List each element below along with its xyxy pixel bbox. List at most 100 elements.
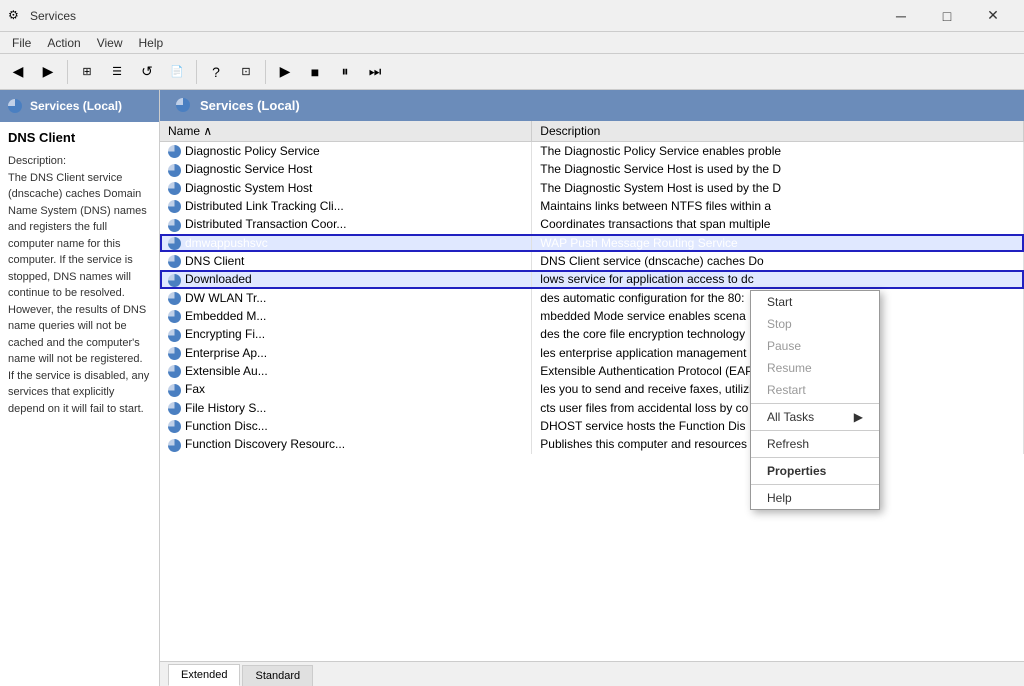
tab-standard[interactable]: Standard — [242, 665, 313, 686]
restart-service-button[interactable]: ⏭ — [361, 58, 389, 86]
services-list[interactable]: Name ∧ Description Diagnostic Policy Ser… — [160, 121, 1024, 661]
app-icon: ⚙ — [8, 8, 24, 24]
service-description-label: Description: The DNS Client service (dns… — [8, 153, 151, 417]
list-view-button[interactable]: ☰ — [103, 58, 131, 86]
table-row[interactable]: dmwappushsvcWAP Push Message Routing Ser… — [160, 234, 1024, 252]
menu-help[interactable]: Help — [131, 34, 172, 52]
context-menu-divider — [751, 484, 879, 485]
toolbar-separator-2 — [196, 60, 197, 84]
table-row[interactable]: Function Disc...DHOST service hosts the … — [160, 417, 1024, 435]
service-desc-cell: The Diagnostic Policy Service enables pr… — [532, 141, 1024, 160]
service-row-icon — [168, 164, 181, 177]
context-menu-item-resume: Resume — [751, 357, 879, 379]
minimize-button[interactable]: ─ — [878, 0, 924, 32]
services-header: Services (Local) — [160, 90, 1024, 121]
context-menu-divider — [751, 430, 879, 431]
service-row-icon — [168, 237, 181, 250]
sidebar-body: DNS Client Description: The DNS Client s… — [0, 122, 159, 686]
service-row-icon — [168, 365, 181, 378]
export-button[interactable]: 📄 — [163, 58, 191, 86]
context-menu-item-pause: Pause — [751, 335, 879, 357]
context-menu-item-properties[interactable]: Properties — [751, 460, 879, 482]
service-row-icon — [168, 200, 181, 213]
service-desc-cell: The Diagnostic System Host is used by th… — [532, 179, 1024, 197]
service-name-cell: Diagnostic Service Host — [160, 160, 532, 178]
table-row[interactable]: Embedded M...mbedded Mode service enable… — [160, 307, 1024, 325]
maximize-button[interactable]: □ — [924, 0, 970, 32]
service-row-icon — [168, 255, 181, 268]
context-menu: StartStopPauseResumeRestart All Tasks ▶ Ref… — [750, 290, 880, 510]
service-desc-cell: Maintains links between NTFS files withi… — [532, 197, 1024, 215]
ctx-item-label: All Tasks — [767, 410, 814, 424]
table-row[interactable]: Faxles you to send and receive faxes, ut… — [160, 380, 1024, 398]
service-desc-cell: WAP Push Message Routing Service — [532, 234, 1024, 252]
refresh-button[interactable]: ↺ — [133, 58, 161, 86]
table-row[interactable]: Diagnostic Policy ServiceThe Diagnostic … — [160, 141, 1024, 160]
toolbar: ◀ ▶ ⊞ ☰ ↺ 📄 ? ⊡ ▶ ■ ⏸ ⏭ — [0, 54, 1024, 90]
submenu-arrow-icon: ▶ — [854, 410, 863, 424]
service-name-cell: Extensible Au... — [160, 362, 532, 380]
service-name-cell: Diagnostic System Host — [160, 179, 532, 197]
table-row[interactable]: Downloadedlows service for application a… — [160, 270, 1024, 288]
services-header-title: Services (Local) — [200, 98, 300, 113]
services-table: Name ∧ Description Diagnostic Policy Ser… — [160, 121, 1024, 454]
start-service-button[interactable]: ▶ — [271, 58, 299, 86]
service-desc-cell: lows service for application access to d… — [532, 270, 1024, 288]
pause-service-button[interactable]: ⏸ — [331, 58, 359, 86]
service-desc-cell: Coordinates transactions that span multi… — [532, 215, 1024, 233]
properties-button[interactable]: ⊡ — [232, 58, 260, 86]
context-menu-item-start[interactable]: Start — [751, 291, 879, 313]
stop-service-button[interactable]: ■ — [301, 58, 329, 86]
table-row[interactable]: Encrypting Fi...des the core file encryp… — [160, 325, 1024, 343]
service-name-cell: Fax — [160, 380, 532, 398]
table-row[interactable]: Diagnostic Service HostThe Diagnostic Se… — [160, 160, 1024, 178]
service-row-icon — [168, 402, 181, 415]
help-button[interactable]: ? — [202, 58, 230, 86]
table-row[interactable]: Diagnostic System HostThe Diagnostic Sys… — [160, 179, 1024, 197]
toolbar-separator-1 — [67, 60, 68, 84]
service-name-cell: Diagnostic Policy Service — [160, 141, 532, 160]
back-button[interactable]: ◀ — [4, 58, 32, 86]
context-menu-item-restart: Restart — [751, 379, 879, 401]
service-name-cell: Function Discovery Resourc... — [160, 435, 532, 453]
service-row-icon — [168, 145, 181, 158]
window-controls: ─ □ ✕ — [878, 0, 1016, 32]
service-name-cell: File History S... — [160, 399, 532, 417]
table-row[interactable]: Enterprise Ap...les enterprise applicati… — [160, 344, 1024, 362]
context-menu-item-help[interactable]: Help — [751, 487, 879, 509]
service-name-cell: Distributed Link Tracking Cli... — [160, 197, 532, 215]
service-description-text: The DNS Client service (dnscache) caches… — [8, 172, 149, 415]
service-row-icon — [168, 384, 181, 397]
col-name[interactable]: Name ∧ — [160, 121, 532, 142]
context-menu-item-stop: Stop — [751, 313, 879, 335]
service-name-cell: dmwappushsvc — [160, 234, 532, 252]
menu-view[interactable]: View — [89, 34, 131, 52]
sidebar: Services (Local) DNS Client Description:… — [0, 90, 160, 686]
table-row[interactable]: Distributed Transaction Coor...Coordinat… — [160, 215, 1024, 233]
service-name-cell: Downloaded — [160, 270, 532, 288]
table-row[interactable]: Distributed Link Tracking Cli...Maintain… — [160, 197, 1024, 215]
title-bar: ⚙ Services ─ □ ✕ — [0, 0, 1024, 32]
sidebar-label: Services (Local) — [30, 99, 122, 113]
table-row[interactable]: DNS ClientDNS Client service (dnscache) … — [160, 252, 1024, 270]
menu-file[interactable]: File — [4, 34, 39, 52]
service-desc-cell: The Diagnostic Service Host is used by t… — [532, 160, 1024, 178]
menu-action[interactable]: Action — [39, 34, 88, 52]
service-row-icon — [168, 182, 181, 195]
context-menu-item-refresh[interactable]: Refresh — [751, 433, 879, 455]
close-button[interactable]: ✕ — [970, 0, 1016, 32]
tab-extended[interactable]: Extended — [168, 664, 240, 686]
service-row-icon — [168, 420, 181, 433]
service-name-cell: Distributed Transaction Coor... — [160, 215, 532, 233]
table-row[interactable]: File History S...cts user files from acc… — [160, 399, 1024, 417]
col-description[interactable]: Description — [532, 121, 1024, 142]
service-row-icon — [168, 439, 181, 452]
show-hide-console-button[interactable]: ⊞ — [73, 58, 101, 86]
service-desc-cell: DNS Client service (dnscache) caches Do — [532, 252, 1024, 270]
table-row[interactable]: Function Discovery Resourc...Publishes t… — [160, 435, 1024, 453]
service-row-icon — [168, 329, 181, 342]
table-row[interactable]: Extensible Au...Extensible Authenticatio… — [160, 362, 1024, 380]
context-menu-item-all-tasks[interactable]: All Tasks ▶ — [751, 406, 879, 428]
table-row[interactable]: DW WLAN Tr...des automatic configuration… — [160, 289, 1024, 307]
forward-button[interactable]: ▶ — [34, 58, 62, 86]
